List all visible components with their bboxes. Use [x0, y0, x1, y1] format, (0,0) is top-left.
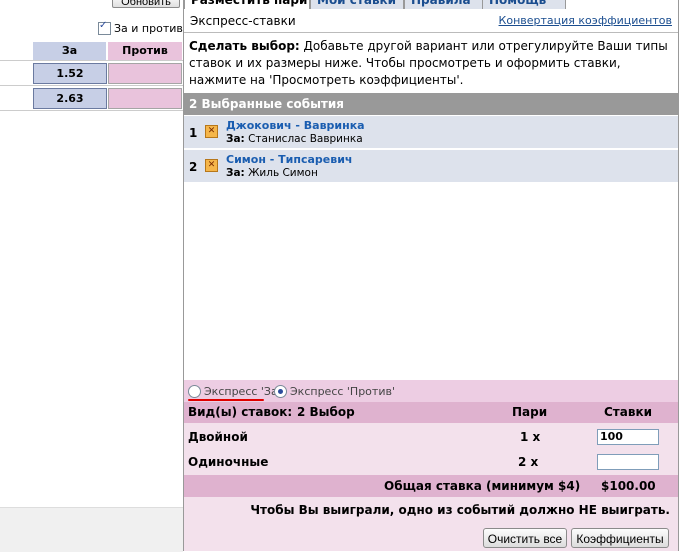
express-against-option[interactable]: Экспресс 'Против' [274, 385, 395, 398]
left-footer [0, 507, 183, 552]
selection-pick-label: За: [226, 167, 245, 179]
total-stake-value: $100.00 [601, 479, 656, 493]
instructions-text: Сделать выбор: Добавьте другой вариант и… [189, 38, 669, 89]
selection-pick: За: Станислас Вавринка [226, 133, 363, 145]
for-column-header: За [33, 42, 106, 60]
remove-selection-icon[interactable]: ✕ [205, 159, 218, 172]
clear-all-button[interactable]: Очистить все [483, 528, 567, 548]
odds-for-cell[interactable]: 1.52 [33, 63, 107, 84]
odds-against-cell[interactable] [108, 88, 182, 109]
for-against-label: За и против [114, 22, 183, 35]
bet-row-name: Одиночные [188, 455, 269, 469]
selection-pick-name: Жиль Симон [248, 167, 318, 179]
total-stake-row: Общая ставка (минимум $4) $100.00 [184, 475, 678, 497]
selection-number: 1 [189, 126, 198, 140]
selected-events-header: 2 Выбранные события [184, 93, 678, 115]
win-condition-note: Чтобы Вы выиграли, одно из событий должн… [184, 499, 678, 521]
odds-conversion-link[interactable]: Конвертация коэффициентов [499, 14, 672, 27]
odds-row: 2.63 [0, 86, 183, 111]
stake-input[interactable]: 100 [597, 429, 659, 445]
betslip-title: Экспресс-ставки [190, 14, 296, 28]
bet-row: Одиночные 2 x [184, 450, 678, 474]
remove-selection-icon[interactable]: ✕ [205, 125, 218, 138]
express-for-label: Экспресс 'За' [204, 385, 281, 398]
selection-event-link[interactable]: Симон - Типсаревич [226, 153, 352, 166]
selection-pick-name: Станислас Вавринка [248, 133, 363, 145]
betslip-panel: Разместить пари Мои ставки Правила Помощ… [183, 0, 679, 551]
left-odds-panel: Обновить За и против За Против 1.52 2.63 [0, 0, 183, 552]
for-against-checkbox[interactable] [98, 20, 111, 35]
total-stake-label: Общая ставка (минимум $4) [384, 479, 581, 493]
bets-column-header: Пари [512, 405, 548, 419]
bet-type-table: Вид(ы) ставок: 2 Выбор Пари Ставки Двойн… [184, 402, 678, 551]
stakes-column-header: Ставки [604, 405, 653, 419]
express-for-option[interactable]: Экспресс 'За' [188, 385, 281, 398]
refresh-button[interactable]: Обновить [112, 0, 180, 8]
annotation-underline [188, 399, 264, 401]
odds-header-row: За Против [0, 42, 183, 61]
bet-table-header: Вид(ы) ставок: 2 Выбор Пари Ставки [184, 402, 678, 423]
win-condition-text: Чтобы Вы выиграли, одно из событий должн… [250, 503, 670, 517]
selection-event-link[interactable]: Джокович - Вавринка [226, 119, 365, 132]
express-against-radio[interactable] [274, 385, 287, 398]
instructions-heading: Сделать выбор: [189, 39, 300, 53]
bet-type-count: 2 Выбор [297, 405, 355, 419]
express-for-radio[interactable] [188, 385, 201, 398]
odds-row: 1.52 [0, 61, 183, 86]
express-against-label: Экспресс 'Против' [290, 385, 395, 398]
bet-row-name: Двойной [188, 430, 248, 444]
odds-for-cell[interactable]: 2.63 [33, 88, 107, 109]
view-odds-button[interactable]: Коэффициенты [571, 528, 669, 548]
betslip-tabs: Разместить пари Мои ставки Правила Помощ… [184, 0, 678, 9]
betslip-header: Экспресс-ставки Конвертация коэффициенто… [184, 8, 678, 33]
stake-input[interactable] [597, 454, 659, 470]
bet-row-count: 2 x [518, 455, 539, 469]
odds-against-cell[interactable] [108, 63, 182, 84]
bet-type-label: Вид(ы) ставок: [188, 405, 293, 419]
selection-item: 2 ✕ Симон - Типсаревич За: Жиль Симон [184, 150, 678, 183]
bet-row-count: 1 x [520, 430, 541, 444]
for-against-toggle[interactable]: За и против [98, 20, 183, 35]
selection-pick: За: Жиль Симон [226, 167, 318, 179]
selection-number: 2 [189, 160, 198, 174]
against-column-header: Против [108, 42, 182, 60]
bet-row: Двойной 1 x 100 [184, 425, 678, 449]
selection-item: 1 ✕ Джокович - Вавринка За: Станислас Ва… [184, 116, 678, 149]
selection-pick-label: За: [226, 133, 245, 145]
